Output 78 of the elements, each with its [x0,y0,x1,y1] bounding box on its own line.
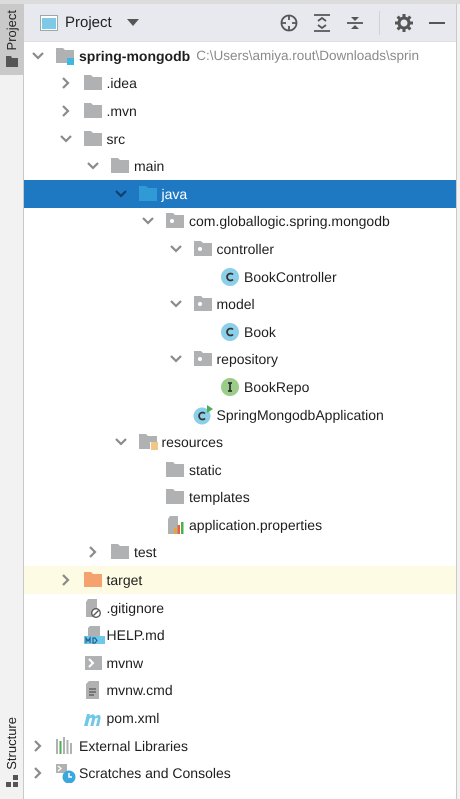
folder-icon [55,46,77,66]
tree-row[interactable]: com.globallogic.spring.mongodb [24,208,456,236]
node-label: main [134,158,164,174]
tree-row[interactable]: templates [24,484,456,512]
node-label: target [106,572,142,588]
tree-row[interactable]: target [24,566,456,594]
node-label: .mvn [106,102,137,119]
tree-row[interactable]: mvnw [24,649,456,677]
tree-row[interactable]: .idea [24,70,456,98]
tree-row[interactable]: External Libraries [24,732,456,760]
tree-row[interactable]: .gitignore [24,594,456,622]
node-label: resources [162,434,223,450]
path-label: C:\Users\amiya.rout\Downloads\sprin [196,48,420,64]
node-label: src [106,130,126,147]
class-icon [192,404,214,425]
tool-window-tab[interactable]: Project [0,4,23,76]
tree-row[interactable]: spring-mongodb C:\Users\amiya.rout\Downloads\sprin [24,42,456,70]
node-label: templates [189,489,250,506]
tree-row[interactable]: model [24,290,456,318]
markdown-file-icon [82,625,104,646]
node-label: BookController [244,268,337,285]
class-icon [220,322,242,342]
tree-row[interactable]: resources [24,428,456,456]
node-label: mvnw [106,654,144,671]
class-icon [220,266,242,287]
structure-icon [6,775,18,787]
tree-row[interactable]: HELP.md [24,621,456,650]
node-label: static [189,462,222,478]
window-icon [40,14,58,30]
node-label: External Libraries [79,738,188,754]
node-label: java [162,186,188,202]
tree-row[interactable]: repository [24,346,456,374]
package-icon [192,238,214,259]
node-label: .idea [106,75,137,92]
folder-icon [82,100,104,121]
node-label: repository [216,351,278,368]
node-label: .gitignore [106,600,164,616]
tree-row[interactable]: SpringMongodbApplication [24,400,456,428]
node-label: SpringMongodbApplication [216,406,384,423]
node-label: BookRepo [244,378,310,395]
tree-row[interactable]: controller [24,235,456,263]
tree-row[interactable]: Scratches and Consoles [24,759,456,788]
folder-icon [6,55,18,68]
tree-row[interactable]: src [24,124,456,152]
tree-row[interactable]: BookController [24,262,456,290]
node-label: spring-mongodb [79,48,190,64]
caret-icon [126,18,139,26]
node-label: Book [244,324,276,340]
folder-icon [82,128,104,149]
folder-icon [138,184,160,204]
tree-row[interactable]: main [24,152,456,180]
tree-row[interactable]: mvnw.cmd [24,676,456,704]
tree-row[interactable]: java [24,180,456,208]
tree-row[interactable]: .mvn [24,97,456,125]
tree-row[interactable]: Book [24,318,456,346]
tree-row[interactable]: application.properties [24,511,456,539]
folder-icon [138,432,160,452]
scratches-icon [55,763,77,784]
node-label: model [216,296,255,312]
tree-row[interactable]: test [24,538,456,566]
node-label: HELP.md [106,627,165,644]
node-label: mvnw.cmd [106,682,173,698]
view-dropdown[interactable]: Project [38,12,141,33]
expand-all-icon[interactable] [313,14,331,32]
tool-window-tab[interactable]: Structure [0,711,23,799]
interface-icon [220,376,242,397]
tree-row[interactable]: static [24,456,456,484]
locate-icon[interactable] [280,14,298,32]
node-label: com.globallogic.spring.mongodb [189,213,390,230]
tree-row[interactable]: BookRepo [24,373,456,401]
node-label: controller [216,240,274,257]
settings-icon[interactable] [395,14,413,32]
tree-row[interactable]: pom.xml [24,704,456,732]
node-label: test [134,544,157,560]
node-label: Scratches and Consoles [79,765,231,782]
node-label: pom.xml [106,710,160,726]
node-label: application.properties [189,516,322,533]
folder-icon [165,460,187,480]
